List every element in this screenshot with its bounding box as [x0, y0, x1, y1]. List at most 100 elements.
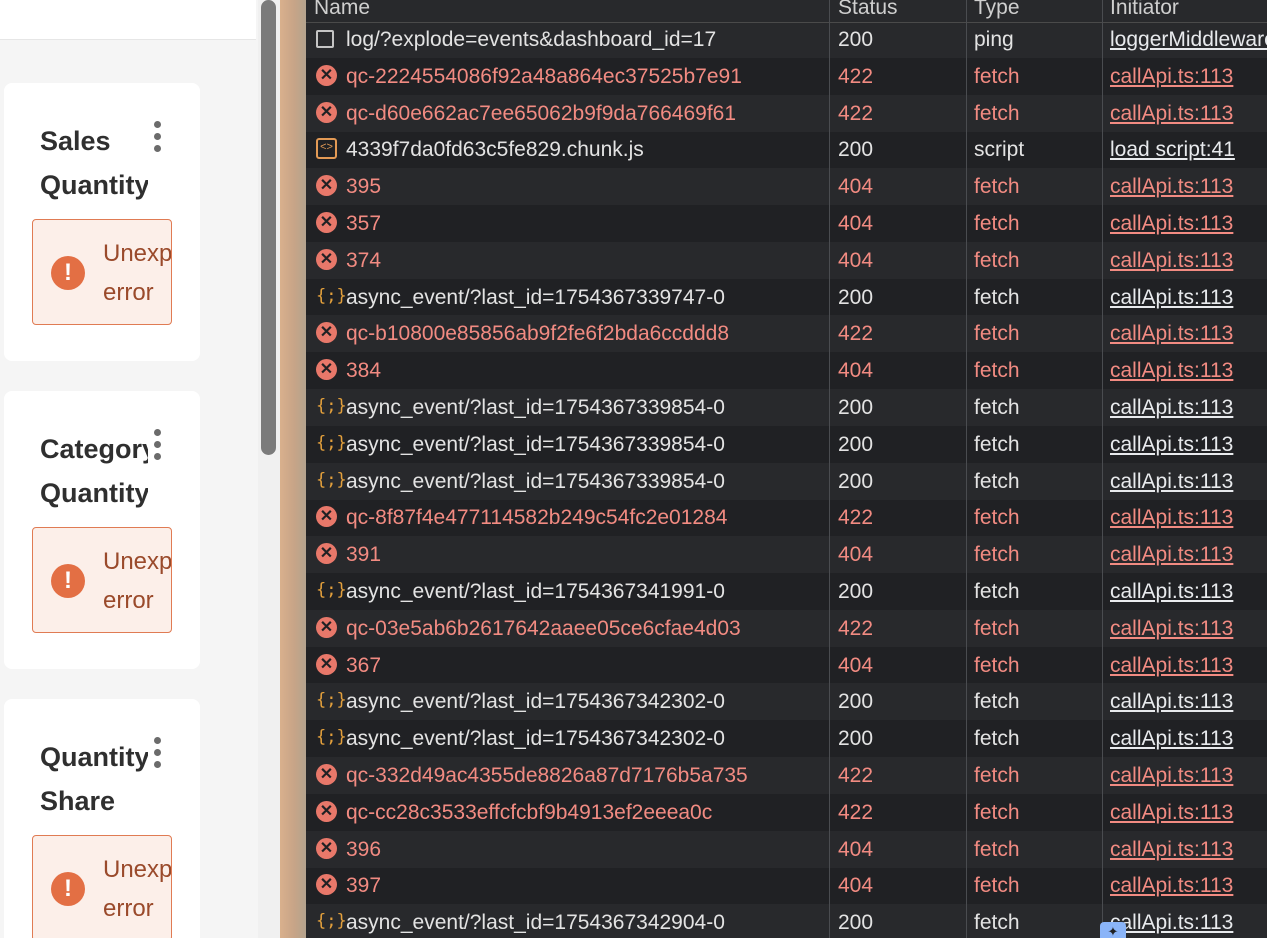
network-request-row[interactable]: {;} async_event/?last_id=1754367342302-0 2… — [306, 683, 1267, 721]
request-status: 422 — [838, 616, 874, 640]
request-type: fetch — [974, 800, 1020, 824]
warning-icon: ! — [51, 872, 85, 906]
request-initiator[interactable]: callApi.ts:113 — [1110, 468, 1233, 495]
request-initiator[interactable]: load script:41 — [1110, 136, 1235, 163]
request-name: qc-03e5ab6b2617642aaee05ce6cfae4d03 — [346, 616, 741, 640]
request-initiator[interactable]: callApi.ts:113 — [1110, 909, 1233, 936]
error-icon: ✕ — [316, 800, 337, 822]
network-request-row[interactable]: log/?explode=events&dashboard_id=17 200 pi… — [306, 21, 1267, 58]
request-name: qc-332d49ac4355de8826a87d7176b5a735 — [346, 764, 748, 787]
network-request-row[interactable]: ✕ qc-332d49ac4355de8826a87d7176b5a735 422 f… — [306, 757, 1267, 794]
network-request-row[interactable]: {;} async_event/?last_id=1754367342302-0 2… — [306, 720, 1267, 757]
request-initiator[interactable]: callApi.ts:113 — [1110, 652, 1233, 679]
network-request-row[interactable]: ✕ 374 404 fetch callApi.ts:113 — [306, 241, 1267, 279]
dashboard-scrollbar-thumb[interactable] — [261, 0, 276, 455]
ai-assist-icon[interactable]: ✦ — [1100, 922, 1126, 938]
request-type: fetch — [974, 101, 1020, 125]
request-status: 200 — [838, 28, 874, 51]
request-initiator[interactable]: callApi.ts:113 — [1110, 320, 1233, 347]
network-request-row[interactable]: <> 4339f7da0fd63c5fe829.chunk.js 200 script… — [306, 131, 1267, 168]
network-request-row[interactable]: ✕ 357 404 fetch callApi.ts:113 — [306, 205, 1267, 242]
network-request-row[interactable]: ✕ qc-cc28c3533effcfcbf9b4913ef2eeea0c 422 f… — [306, 794, 1267, 831]
request-initiator[interactable]: callApi.ts:113 — [1110, 100, 1233, 127]
request-name: async_event/?last_id=1754367342904-0 — [346, 911, 725, 935]
network-request-row[interactable]: {;} async_event/?last_id=1754367339747-0 2… — [306, 279, 1267, 316]
network-request-row[interactable]: {;} async_event/?last_id=1754367339854-0 2… — [306, 462, 1267, 500]
request-initiator[interactable]: callApi.ts:113 — [1110, 431, 1233, 458]
request-type: fetch — [974, 322, 1020, 346]
request-type: fetch — [974, 764, 1020, 787]
error-icon: ✕ — [316, 616, 337, 638]
request-name: async_event/?last_id=1754367339854-0 — [346, 432, 725, 456]
dashboard-pane: Sales Quantity ! Unexpected error Catego… — [0, 0, 258, 938]
request-initiator[interactable]: callApi.ts:113 — [1110, 394, 1233, 421]
request-initiator[interactable]: callApi.ts:113 — [1110, 872, 1233, 899]
network-request-row[interactable]: {;} async_event/?last_id=1754367339854-0 2… — [306, 389, 1267, 426]
request-name: async_event/?last_id=1754367339854-0 — [346, 396, 725, 419]
request-initiator[interactable]: callApi.ts:113 — [1110, 63, 1233, 90]
column-header-initiator[interactable]: Initiator — [1110, 0, 1179, 20]
request-initiator[interactable]: callApi.ts:113 — [1110, 284, 1233, 311]
pane-resize-divider[interactable] — [280, 0, 306, 938]
request-initiator[interactable]: callApi.ts:113 — [1110, 578, 1233, 605]
request-status: 422 — [838, 764, 874, 787]
network-request-row[interactable]: ✕ qc-03e5ab6b2617642aaee05ce6cfae4d03 422 f… — [306, 609, 1267, 647]
fetch-icon: {;} — [316, 396, 347, 416]
request-type: fetch — [974, 64, 1020, 88]
network-request-row[interactable]: ✕ qc-d60e662ac7ee65062b9f9da766469f61 422 f… — [306, 94, 1267, 132]
error-text-line: Unexpected — [103, 548, 172, 575]
request-status: 422 — [838, 506, 874, 530]
column-header-status[interactable]: Status — [838, 0, 898, 20]
column-divider[interactable] — [829, 0, 830, 938]
request-type: script — [974, 138, 1025, 162]
fetch-icon: {;} — [316, 285, 347, 306]
more-options-icon[interactable] — [149, 736, 167, 772]
network-request-row[interactable]: ✕ 367 404 fetch callApi.ts:113 — [306, 647, 1267, 684]
request-initiator[interactable]: callApi.ts:113 — [1110, 247, 1233, 274]
more-options-icon[interactable] — [149, 120, 167, 156]
network-request-row[interactable]: ✕ 395 404 fetch callApi.ts:113 — [306, 168, 1267, 206]
request-initiator[interactable]: callApi.ts:113 — [1110, 762, 1233, 789]
error-icon: ✕ — [316, 175, 337, 197]
error-icon: ✕ — [316, 322, 337, 344]
request-name: qc-cc28c3533effcfcbf9b4913ef2eeea0c — [346, 800, 713, 824]
network-request-row[interactable]: ✕ qc-8f87f4e477114582b249c54fc2e01284 422 f… — [306, 499, 1267, 536]
column-header-type[interactable]: Type — [974, 0, 1020, 20]
request-initiator[interactable]: callApi.ts:113 — [1110, 173, 1233, 200]
network-panel: <>c598d047b4e296742f3b.chunk.js200script… — [306, 0, 1267, 938]
request-initiator[interactable]: callApi.ts:113 — [1110, 541, 1233, 568]
more-options-icon[interactable] — [149, 428, 167, 464]
network-request-row[interactable]: {;} async_event/?last_id=1754367339854-0 2… — [306, 426, 1267, 463]
request-initiator[interactable]: callApi.ts:113 — [1110, 725, 1233, 752]
request-status: 404 — [838, 359, 874, 383]
network-request-row[interactable]: ✕ 391 404 fetch callApi.ts:113 — [306, 536, 1267, 574]
request-type: fetch — [974, 212, 1020, 235]
request-type: fetch — [974, 874, 1020, 898]
request-initiator[interactable]: loggerMiddleware — [1110, 26, 1267, 53]
request-status: 200 — [838, 285, 874, 309]
fetch-icon: {;} — [316, 911, 347, 932]
request-initiator[interactable]: callApi.ts:113 — [1110, 504, 1233, 531]
fetch-icon: {;} — [316, 469, 347, 490]
network-request-row[interactable]: ✕ 396 404 fetch callApi.ts:113 — [306, 830, 1267, 868]
error-icon: ✕ — [316, 64, 337, 86]
request-initiator[interactable]: callApi.ts:113 — [1110, 688, 1233, 715]
card-title-line: Sales — [40, 126, 111, 156]
network-request-row[interactable]: {;} async_event/?last_id=1754367341991-0 2… — [306, 573, 1267, 610]
error-alert: ! Unexpected error — [32, 527, 172, 633]
request-initiator[interactable]: callApi.ts:113 — [1110, 210, 1233, 237]
network-request-row[interactable]: ✕ 397 404 fetch callApi.ts:113 — [306, 867, 1267, 904]
network-request-row[interactable]: ✕ qc-2224554086f92a48a864ec37525b7e91 422 f… — [306, 58, 1267, 95]
request-initiator[interactable]: callApi.ts:113 — [1110, 836, 1233, 863]
network-request-row[interactable]: ✕ 384 404 fetch callApi.ts:113 — [306, 352, 1267, 389]
chart-card-sales-quantity: Sales Quantity ! Unexpected error — [4, 83, 200, 361]
column-header-name[interactable]: Name — [314, 0, 370, 20]
request-initiator[interactable]: callApi.ts:113 — [1110, 799, 1233, 826]
request-initiator[interactable]: callApi.ts:113 — [1110, 357, 1233, 384]
column-divider[interactable] — [966, 0, 967, 938]
network-request-row[interactable]: ✕ qc-b10800e85856ab9f2fe6f2bda6ccddd8 422 f… — [306, 315, 1267, 353]
card-title: Category Quantity — [40, 427, 148, 515]
chart-card-quantity-share: Quantity Share ! Unexpected error — [4, 699, 200, 938]
column-divider[interactable] — [1102, 0, 1103, 938]
request-initiator[interactable]: callApi.ts:113 — [1110, 615, 1233, 642]
